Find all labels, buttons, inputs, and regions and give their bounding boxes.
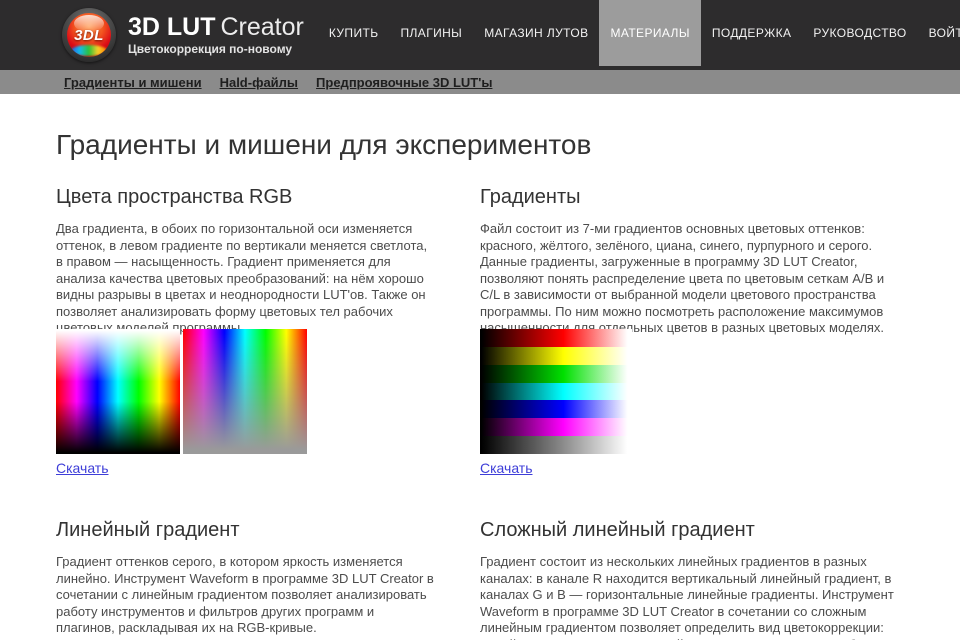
download-link-rgb-space[interactable]: Скачать xyxy=(56,460,109,476)
column-left: Цвета пространства RGB Два градиента, в … xyxy=(56,185,436,640)
section-heading-complex-linear-gradient: Сложный линейный градиент xyxy=(480,519,755,541)
main-content: Градиенты и мишени для экспериментов Цве… xyxy=(0,94,960,640)
hue-saturation-gradient-image xyxy=(183,329,307,454)
gradient-stripe xyxy=(480,364,632,383)
section-heading-rgb-space: Цвета пространства RGB xyxy=(56,186,293,208)
subnav-gradients-targets[interactable]: Градиенты и мишени xyxy=(64,75,202,90)
page-title: Градиенты и мишени для экспериментов xyxy=(56,129,592,160)
nav-buy[interactable]: КУПИТЬ xyxy=(318,0,390,66)
section-body-gradients: Файл состоит из 7-ми градиентов основных… xyxy=(480,221,885,335)
section-heading-linear-gradient: Линейный градиент xyxy=(56,519,240,541)
section-heading-gradients: Градиенты xyxy=(480,186,581,208)
hue-lightness-gradient-image xyxy=(56,329,180,454)
gradient-stripes-image xyxy=(480,329,632,455)
subnav: Градиенты и мишени Hald-файлы Предпрояво… xyxy=(0,70,960,94)
nav-plugins[interactable]: ПЛАГИНЫ xyxy=(389,0,473,66)
nav-materials[interactable]: МАТЕРИАЛЫ xyxy=(599,0,701,66)
badge-rainbow-arc xyxy=(71,45,107,56)
badge-label: 3DL xyxy=(74,26,104,44)
subnav-hald-files[interactable]: Hald-файлы xyxy=(220,75,298,90)
nav-login[interactable]: ВОЙТИ xyxy=(918,0,960,66)
gradient-stripe xyxy=(480,436,632,455)
nav-support[interactable]: ПОДДЕРЖКА xyxy=(701,0,803,66)
main-nav: КУПИТЬ ПЛАГИНЫ МАГАЗИН ЛУТОВ МАТЕРИАЛЫ П… xyxy=(318,0,960,66)
gradient-stripe xyxy=(480,400,632,419)
gradient-stripe xyxy=(480,382,632,401)
color-stripes-figure xyxy=(480,329,904,455)
gradient-stripe xyxy=(480,418,632,437)
nav-lut-store[interactable]: МАГАЗИН ЛУТОВ xyxy=(473,0,599,66)
gradient-stripe xyxy=(480,346,632,365)
site-header: 3DL 3D LUT Creator Цветокоррекция по-ново… xyxy=(0,0,960,70)
logo[interactable]: 3DL 3D LUT Creator Цветокоррекция по-ново… xyxy=(62,8,304,62)
section-body-linear-gradient: Градиент оттенков серого, в котором ярко… xyxy=(56,554,434,635)
nav-manual[interactable]: РУКОВОДСТВО xyxy=(802,0,917,66)
download-link-gradients[interactable]: Скачать xyxy=(480,460,533,476)
subnav-preproof-luts[interactable]: Предпроявочные 3D LUT'ы xyxy=(316,75,492,90)
page: 3DL 3D LUT Creator Цветокоррекция по-ново… xyxy=(0,0,960,640)
column-right: Градиенты Файл состоит из 7-ми градиенто… xyxy=(480,185,904,640)
gradient-stripe xyxy=(480,329,632,347)
section-body-complex-linear-gradient: Градиент состоит из нескольких линейных … xyxy=(480,554,894,640)
logo-tagline: Цветокоррекция по-новому xyxy=(128,42,293,56)
logo-title: 3D LUT Creator xyxy=(128,13,304,41)
logo-3dl-badge-icon: 3DL xyxy=(62,8,116,62)
section-body-rgb-space: Два градиента, в обоих по горизонтальной… xyxy=(56,221,428,335)
rgb-gradients-figure xyxy=(56,329,436,454)
